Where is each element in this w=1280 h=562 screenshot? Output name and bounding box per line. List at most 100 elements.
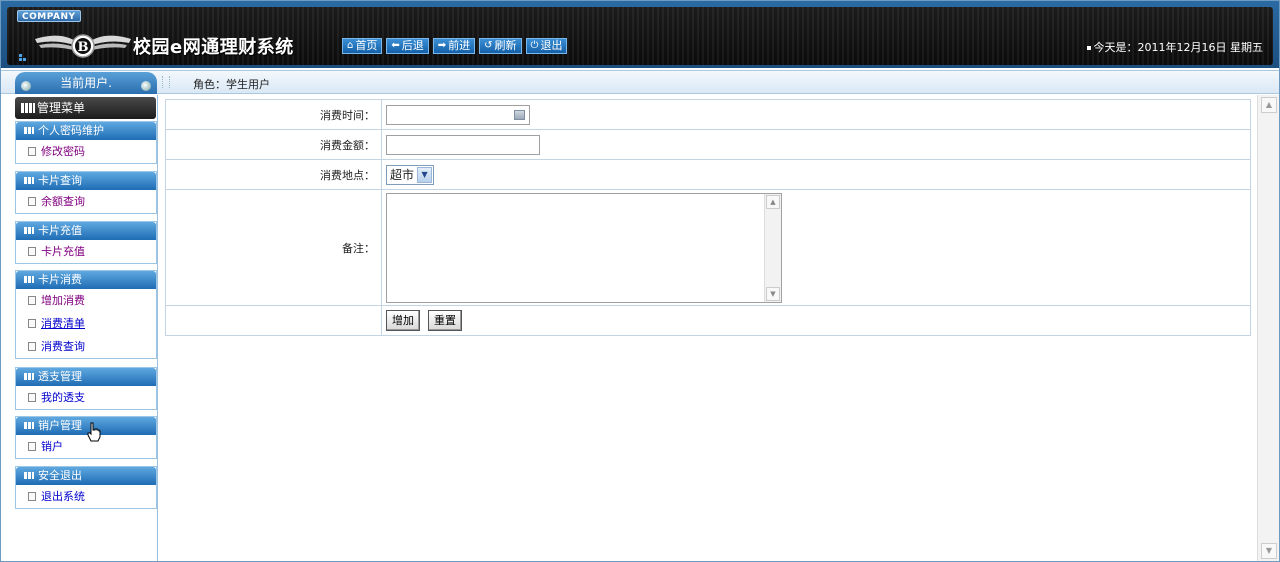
consumption-form: 消费时间： 消费金额： 消费地点： 超市 ▼ 备注： ▲ ▼ 增加 重置: [165, 99, 1251, 336]
date-text: 今天是：2011年12月16日 星期五: [1093, 41, 1263, 54]
svg-text:B: B: [78, 40, 89, 55]
menu-item-balance-query[interactable]: 余额查询: [16, 190, 156, 213]
document-icon: [28, 442, 36, 451]
company-tag: COMPANY: [17, 10, 81, 22]
forward-button[interactable]: ➡ 前进: [432, 38, 476, 54]
app-title: 校园e网通理财系统: [133, 37, 294, 58]
page-scrollbar[interactable]: ▲ ▼: [1257, 95, 1279, 561]
date-display: 今天是：2011年12月16日 星期五: [1086, 39, 1263, 55]
scroll-down-icon[interactable]: ▼: [1261, 543, 1277, 559]
group-title: 透支管理: [38, 370, 82, 383]
menu-item-label: 修改密码: [41, 145, 85, 158]
amount-input[interactable]: [386, 134, 540, 155]
group-header[interactable]: 卡片查询: [16, 172, 156, 190]
scroll-up-icon[interactable]: ▲: [766, 194, 780, 209]
add-button[interactable]: 增加: [386, 310, 420, 331]
menu-item-label: 消费查询: [41, 340, 85, 353]
group-header[interactable]: 卡片消费: [16, 271, 156, 289]
back-arrow-icon: ⬅: [391, 40, 400, 51]
sidebar: 管理菜单 个人密码维护 修改密码 卡片查询 余额查询 卡片充值 卡片充值 卡片消…: [15, 95, 158, 561]
power-icon: ⏻: [530, 40, 539, 51]
menu-group-overdraft: 透支管理 我的透支: [15, 367, 157, 410]
refresh-button[interactable]: ↺ 刷新: [479, 38, 522, 54]
time-label: 消费时间：: [165, 99, 382, 130]
group-header[interactable]: 卡片充值: [16, 222, 156, 240]
knob-icon: [141, 81, 151, 91]
menu-item-label: 退出系统: [41, 490, 85, 503]
document-icon: [28, 247, 36, 256]
menu-item-change-password[interactable]: 修改密码: [16, 140, 156, 163]
group-icon: [24, 373, 34, 380]
app-window: COMPANY B 校园e网通理财系统 ⌂首页 ⬅后退 ➡前进 ↺刷新: [0, 0, 1280, 562]
place-select[interactable]: 超市 ▼: [386, 164, 435, 185]
group-icon: [24, 127, 34, 134]
main-content: 消费时间： 消费金额： 消费地点： 超市 ▼ 备注： ▲ ▼ 增加 重置: [159, 95, 1256, 561]
place-selected-value: 超市: [390, 168, 415, 182]
bullet-icon: [1086, 46, 1091, 50]
forward-label: 前进: [448, 39, 471, 52]
remark-textarea[interactable]: ▲ ▼: [386, 192, 782, 303]
textarea-scrollbar[interactable]: ▲ ▼: [764, 193, 781, 302]
back-label: 后退: [401, 39, 424, 52]
group-icon: [24, 422, 34, 429]
menu-item-consumption-query[interactable]: 消费查询: [16, 335, 156, 358]
document-icon: [28, 319, 36, 328]
menu-item-label: 增加消费: [41, 294, 85, 307]
menu-item-exit-system[interactable]: 退出系统: [16, 485, 156, 508]
hand-cursor-icon: [87, 422, 101, 442]
home-button[interactable]: ⌂ 首页: [342, 38, 383, 54]
grid-icon: [21, 103, 35, 113]
menu-item-label: 消费清单: [41, 317, 85, 330]
group-title: 安全退出: [38, 469, 82, 482]
menu-group-password: 个人密码维护 修改密码: [15, 121, 157, 164]
menu-item-add-consumption[interactable]: 增加消费: [16, 289, 156, 312]
group-icon: [24, 276, 34, 283]
group-icon: [24, 177, 34, 184]
document-icon: [28, 296, 36, 305]
menu-item-consumption-list[interactable]: 消费清单: [16, 312, 156, 335]
group-title: 销户管理: [38, 419, 82, 432]
group-header[interactable]: 安全退出: [16, 467, 156, 485]
menu-item-my-overdraft[interactable]: 我的透支: [16, 386, 156, 409]
menu-title: 管理菜单: [15, 97, 156, 119]
remark-label: 备注：: [165, 189, 382, 306]
header-bar: COMPANY B 校园e网通理财系统 ⌂首页 ⬅后退 ➡前进 ↺刷新: [1, 1, 1279, 68]
menu-item-card-recharge[interactable]: 卡片充值: [16, 240, 156, 263]
back-button[interactable]: ⬅ 后退: [386, 38, 429, 54]
calendar-icon[interactable]: [514, 109, 525, 120]
document-icon: [28, 342, 36, 351]
document-icon: [28, 197, 36, 206]
group-title: 个人密码维护: [38, 124, 104, 137]
menu-group-card-recharge: 卡片充值 卡片充值: [15, 221, 157, 264]
group-header[interactable]: 透支管理: [16, 368, 156, 386]
menu-item-label: 余额查询: [41, 195, 85, 208]
current-user-tab: 当前用户.: [15, 72, 157, 94]
forward-arrow-icon: ➡: [437, 40, 447, 51]
menu-item-label: 我的透支: [41, 391, 85, 404]
document-icon: [28, 147, 36, 156]
document-icon: [28, 492, 36, 501]
winged-b-logo-icon: B: [35, 34, 131, 58]
chevron-down-icon: ▼: [417, 166, 433, 183]
refresh-label: 刷新: [494, 39, 517, 52]
exit-button[interactable]: ⏻ 退出: [525, 38, 568, 54]
time-input[interactable]: [386, 104, 530, 125]
group-title: 卡片查询: [38, 174, 82, 187]
menu-group-card-query: 卡片查询 余额查询: [15, 171, 157, 214]
menu-title-label: 管理菜单: [37, 101, 86, 115]
reset-button[interactable]: 重置: [428, 310, 462, 331]
home-icon: ⌂: [347, 40, 354, 51]
group-title: 卡片消费: [38, 273, 82, 286]
scroll-up-icon[interactable]: ▲: [1261, 97, 1277, 113]
button-row-spacer: [165, 305, 382, 336]
menu-group-card-consumption: 卡片消费 增加消费 消费清单 消费查询: [15, 270, 157, 359]
menu-item-label: 销户: [41, 440, 63, 453]
user-info-bar: 当前用户. 角色：学生用户: [1, 70, 1279, 94]
scroll-down-icon[interactable]: ▼: [766, 286, 780, 301]
header-banner: COMPANY B 校园e网通理财系统 ⌂首页 ⬅后退 ➡前进 ↺刷新: [7, 7, 1273, 65]
group-icon: [24, 227, 34, 234]
menu-group-safe-exit: 安全退出 退出系统: [15, 466, 157, 509]
group-header[interactable]: 个人密码维护: [16, 122, 156, 140]
knob-icon: [21, 81, 31, 91]
divider-handle-icon: [162, 76, 170, 88]
